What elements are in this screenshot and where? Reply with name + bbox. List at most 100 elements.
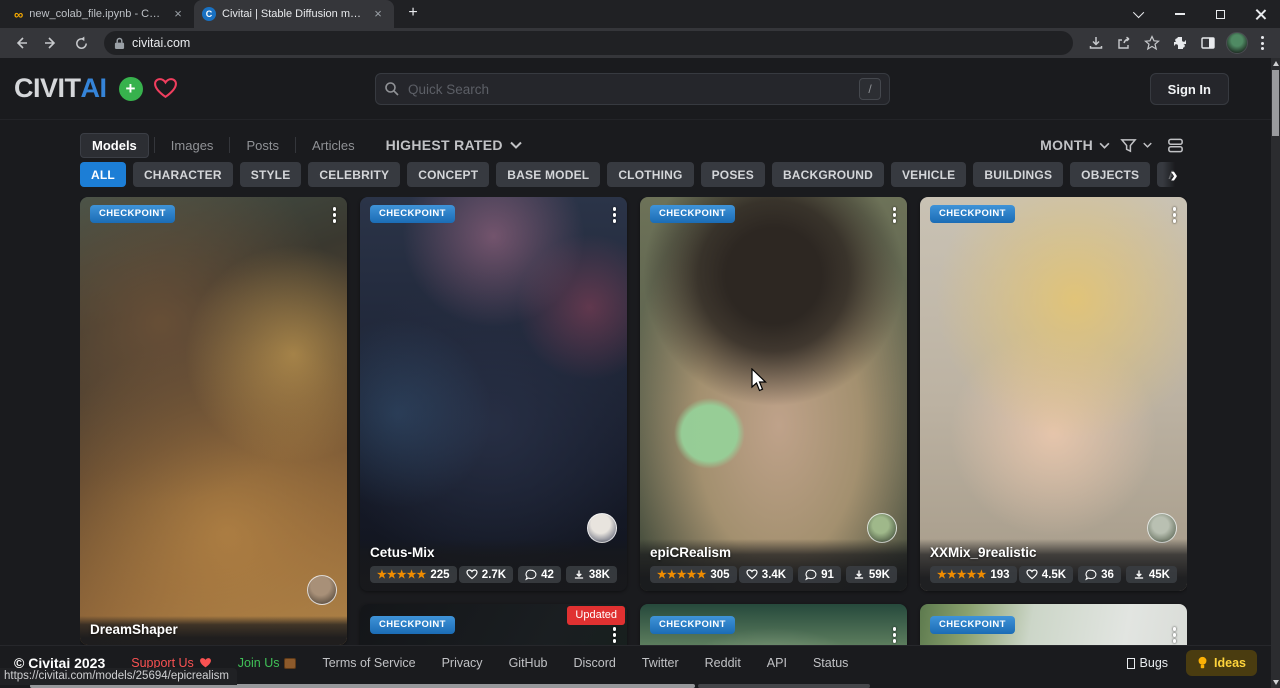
chip-base-model[interactable]: BASE MODEL [496,162,600,187]
downloads-button[interactable] [1083,30,1109,56]
model-card-cetus-mix[interactable]: CHECKPOINT Cetus-Mix ★★★★★ 225 2.7K [360,197,627,591]
forward-button[interactable] [38,30,64,56]
chip-style[interactable]: STYLE [240,162,302,187]
footer-link-api[interactable]: API [767,656,787,670]
ideas-button[interactable]: Ideas [1186,650,1257,676]
maximize-button[interactable] [1200,0,1240,28]
sort-label: HIGHEST RATED [386,137,503,153]
chevron-down-icon [1099,142,1110,149]
tab-close-icon[interactable]: × [370,6,386,22]
minimize-button[interactable] [1160,0,1200,28]
comments-pill: 36 [1078,566,1121,583]
rating-count: 305 [710,569,729,581]
card-menu-button[interactable] [1170,204,1180,226]
profile-avatar[interactable] [1226,32,1248,54]
back-button[interactable] [8,30,34,56]
search-input[interactable] [408,82,851,97]
chip-celebrity[interactable]: CELEBRITY [308,162,400,187]
sort-dropdown[interactable]: HIGHEST RATED [386,137,522,153]
rating-pill: ★★★★★ 193 [930,566,1017,583]
search-bar[interactable]: / [375,73,890,105]
scroll-up-arrow-icon[interactable] [1273,61,1279,66]
downloads-pill: 45K [1126,566,1177,583]
lock-icon [114,37,125,50]
tab-close-icon[interactable]: × [170,6,186,22]
footer-link-twitter[interactable]: Twitter [642,656,679,670]
chip-buildings[interactable]: BUILDINGS [973,162,1063,187]
chip-poses[interactable]: POSES [701,162,765,187]
card-menu-button[interactable] [610,624,620,645]
layout-toggle-button[interactable] [1166,136,1185,155]
creator-avatar[interactable] [307,575,337,605]
bookmark-button[interactable] [1139,30,1165,56]
lightbulb-icon [1197,656,1208,670]
address-bar[interactable]: civitai.com [104,31,1073,55]
tab-articles[interactable]: Articles [301,134,366,157]
card-menu-button[interactable] [1170,624,1180,645]
horizontal-scrollbar-track[interactable] [698,684,870,688]
chip-concept[interactable]: CONCEPT [407,162,489,187]
browser-menu-button[interactable] [1253,32,1272,54]
download-icon [853,569,865,581]
side-panel-button[interactable] [1195,30,1221,56]
share-button[interactable] [1111,30,1137,56]
tab-civitai[interactable]: C Civitai | Stable Diffusion models, × [194,0,394,28]
model-card-epicrealism[interactable]: CHECKPOINT epiCRealism ★★★★★ 305 3.4K [640,197,907,591]
chip-vehicle[interactable]: VEHICLE [891,162,966,187]
chip-all[interactable]: ALL [80,162,126,187]
civitai-logo[interactable]: CIVITAI [14,73,107,104]
create-button[interactable]: + [119,77,143,101]
likes-pill: 4.5K [1019,566,1073,583]
vertical-scrollbar-thumb[interactable] [1272,70,1279,136]
chip-objects[interactable]: OBJECTS [1070,162,1150,187]
bugs-button[interactable]: Bugs [1127,656,1169,670]
reload-button[interactable] [68,30,94,56]
card-menu-button[interactable] [890,204,900,226]
sign-in-button[interactable]: Sign In [1150,73,1229,105]
chip-character[interactable]: CHARACTER [133,162,233,187]
card-menu-button[interactable] [330,204,340,226]
model-card-partial[interactable]: CHECKPOINT [640,604,907,645]
tab-models[interactable]: Models [80,133,149,158]
scroll-down-arrow-icon[interactable] [1273,680,1279,685]
toolbar-actions [1083,30,1272,56]
footer-link-join-us[interactable]: Join Us [238,656,297,670]
close-window-button[interactable] [1240,0,1280,28]
model-card-grid: CHECKPOINT DreamShaper CHECKPOINT Cetus-… [80,197,1187,645]
slash-shortcut-key: / [859,78,881,100]
categories-scroll-right-button[interactable]: › [1163,162,1185,188]
colab-icon: ∞ [14,7,23,22]
rating-count: 225 [430,569,449,581]
footer-link-terms[interactable]: Terms of Service [322,656,415,670]
period-dropdown[interactable]: MONTH [1040,137,1110,153]
back-arrow-icon [13,35,29,51]
footer-link-reddit[interactable]: Reddit [705,656,741,670]
filter-dropdown[interactable] [1120,137,1152,154]
card-menu-button[interactable] [610,204,620,226]
extensions-button[interactable] [1167,30,1193,56]
model-card-dreamshaper[interactable]: CHECKPOINT DreamShaper [80,197,347,645]
comment-icon [805,569,817,581]
footer-link-discord[interactable]: Discord [573,656,615,670]
model-card-partial[interactable]: CHECKPOINT [920,604,1187,645]
tab-posts[interactable]: Posts [235,134,290,157]
chip-clothing[interactable]: CLOTHING [607,162,693,187]
card-menu-button[interactable] [890,624,900,645]
layout-grid-icon [1166,136,1185,155]
favorites-button[interactable] [153,77,178,100]
tab-colab[interactable]: ∞ new_colab_file.ipynb - Colaborat × [6,0,194,28]
footer-link-privacy[interactable]: Privacy [442,656,483,670]
footer-link-status[interactable]: Status [813,656,848,670]
civitai-favicon-icon: C [202,7,216,21]
new-tab-button[interactable]: + [400,1,426,27]
footer-link-github[interactable]: GitHub [509,656,548,670]
star-icon [1144,35,1160,51]
vertical-scrollbar[interactable] [1271,58,1280,688]
model-card-xxmix9realistic[interactable]: CHECKPOINT XXMix_9realistic ★★★★★ 193 [920,197,1187,591]
chip-background[interactable]: BACKGROUND [772,162,884,187]
model-card-partial[interactable]: Updated CHECKPOINT [360,604,627,645]
tab-search-button[interactable] [1120,0,1160,28]
funnel-icon [1120,137,1137,154]
download-tray-icon [1088,35,1104,51]
tab-images[interactable]: Images [160,134,225,157]
